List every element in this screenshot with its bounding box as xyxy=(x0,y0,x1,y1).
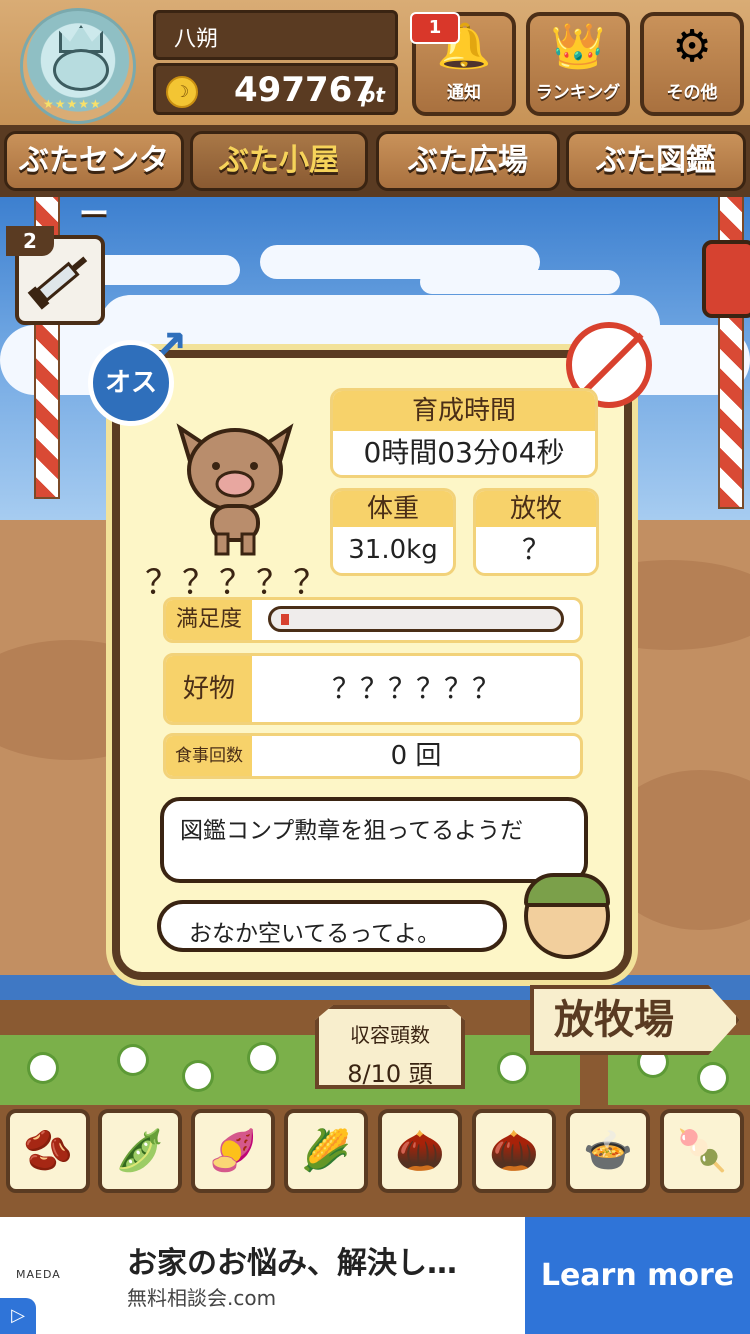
soybeans-icon: 🫘 xyxy=(23,1128,73,1174)
ad-brand-logo: MAEDA xyxy=(16,1268,61,1281)
weight-value: 31.0kg xyxy=(348,535,438,565)
other-button[interactable]: ⚙ その他 xyxy=(640,12,744,116)
right-lantern xyxy=(702,240,750,318)
food-bar: 🫘 🫛 🍠 🌽 🌰 🌰 🍲 🍡 xyxy=(0,1105,750,1217)
ad-subtitle: 無料相談会.com xyxy=(127,1286,277,1310)
grazing-value: ？ xyxy=(521,533,550,566)
tab-buta-hiroba[interactable]: ぶた広場 xyxy=(376,131,560,191)
grazing-label: 放牧 xyxy=(476,491,596,527)
favorite-label: 好物 xyxy=(166,656,252,722)
crown-icon: 👑 xyxy=(550,21,606,72)
speech-bubble-1: 図鑑コンプ勲章を狙ってるようだ xyxy=(160,797,588,883)
gender-badge: オス xyxy=(88,340,174,426)
corn-icon: 🌽 xyxy=(301,1128,351,1174)
rank-stars-icon: ★★★★★ xyxy=(43,97,102,111)
satisfaction-label: 満足度 xyxy=(166,600,252,640)
sign-post xyxy=(580,1050,608,1110)
pig-rank-emblem[interactable]: ★★★★★ xyxy=(20,8,136,124)
ad-choices-icon[interactable]: ▷ xyxy=(0,1298,36,1334)
ad-learn-more-button[interactable]: Learn more xyxy=(525,1217,750,1334)
speech-bubble-2: おなか空いてるってよ。 xyxy=(157,900,507,952)
acorn-icon: 🌰 xyxy=(489,1128,539,1174)
food-slot-corn[interactable]: 🌽 xyxy=(284,1109,368,1193)
injection-count: 2 xyxy=(6,226,54,256)
notification-label: 通知 xyxy=(447,83,481,103)
meals-label: 食事回数 xyxy=(166,736,252,776)
points-display: ☽ 497767 pt xyxy=(153,63,398,115)
capacity-value: 8/10 頭 xyxy=(347,1060,433,1088)
coin-icon: ☽ xyxy=(166,76,198,108)
ranking-label: ランキング xyxy=(535,83,621,103)
top-header: ★★★★★ 八朔 ☽ 497767 pt 1 🔔 通知 👑 ランキング ⚙ その… xyxy=(0,0,750,125)
weight-label: 体重 xyxy=(333,491,453,527)
growth-time-value: 0時間03分04秒 xyxy=(363,436,565,469)
pig-portrait xyxy=(176,423,294,556)
food-slot-nuts-leaf[interactable]: 🌰 xyxy=(378,1109,462,1193)
ad-title[interactable]: お家のお悩み、解決し… xyxy=(127,1238,457,1282)
food-slot-bean-plate[interactable]: 🍲 xyxy=(566,1109,650,1193)
mixed-beans-icon: 🫛 xyxy=(115,1128,165,1174)
player-name: 八朔 xyxy=(153,10,398,60)
notification-button[interactable]: 1 🔔 通知 xyxy=(410,12,516,116)
nuts-leaf-icon: 🌰 xyxy=(395,1128,445,1174)
notification-badge: 1 xyxy=(410,12,460,44)
points-unit: pt xyxy=(361,83,385,107)
favorite-value: ？？？？？？ xyxy=(331,672,500,705)
food-slot-mixed-beans[interactable]: 🫛 xyxy=(98,1109,182,1193)
growth-time-box: 育成時間 0時間03分04秒 xyxy=(330,388,598,478)
other-label: その他 xyxy=(666,83,718,103)
weight-box: 体重 31.0kg xyxy=(330,488,456,576)
meatball-plate-icon: 🍡 xyxy=(677,1128,727,1174)
tab-buta-center[interactable]: ぶたセンター xyxy=(4,131,184,232)
pig-face-icon xyxy=(53,49,109,91)
points-value: 497767 xyxy=(234,70,376,110)
meals-row: 食事回数 0 回 xyxy=(163,733,583,779)
satisfaction-bar-fill xyxy=(281,614,289,625)
ranking-button[interactable]: 👑 ランキング xyxy=(526,12,630,116)
farmer-avatar xyxy=(524,873,610,959)
sweet-potato-icon: 🍠 xyxy=(208,1128,258,1174)
satisfaction-bar xyxy=(268,606,564,632)
meals-value: 0 回 xyxy=(390,741,442,771)
pasture-sign-button[interactable]: 放牧場 xyxy=(530,985,740,1055)
grazing-box: 放牧 ？ xyxy=(473,488,599,576)
food-slot-meatball-plate[interactable]: 🍡 xyxy=(660,1109,744,1193)
tab-buta-zukan[interactable]: ぶた図鑑 xyxy=(566,131,746,191)
food-slot-acorn[interactable]: 🌰 xyxy=(472,1109,556,1193)
bean-plate-icon: 🍲 xyxy=(583,1128,633,1174)
satisfaction-row: 満足度 xyxy=(163,597,583,643)
farmer-cap-icon xyxy=(524,873,610,907)
growth-time-label: 育成時間 xyxy=(333,391,595,431)
food-slot-soybeans[interactable]: 🫘 xyxy=(6,1109,90,1193)
food-slot-sweet-potato[interactable]: 🍠 xyxy=(191,1109,275,1193)
favorite-row: 好物 ？？？？？？ xyxy=(163,653,583,725)
tab-buta-goya[interactable]: ぶた小屋 xyxy=(190,131,368,191)
capacity-label: 収容頭数 xyxy=(350,1023,430,1047)
capacity-sign: 収容頭数 8/10 頭 xyxy=(315,1005,465,1089)
gear-icon: ⚙ xyxy=(672,21,712,72)
main-tabs: ぶたセンター ぶた小屋 ぶた広場 ぶた図鑑 xyxy=(0,125,750,232)
